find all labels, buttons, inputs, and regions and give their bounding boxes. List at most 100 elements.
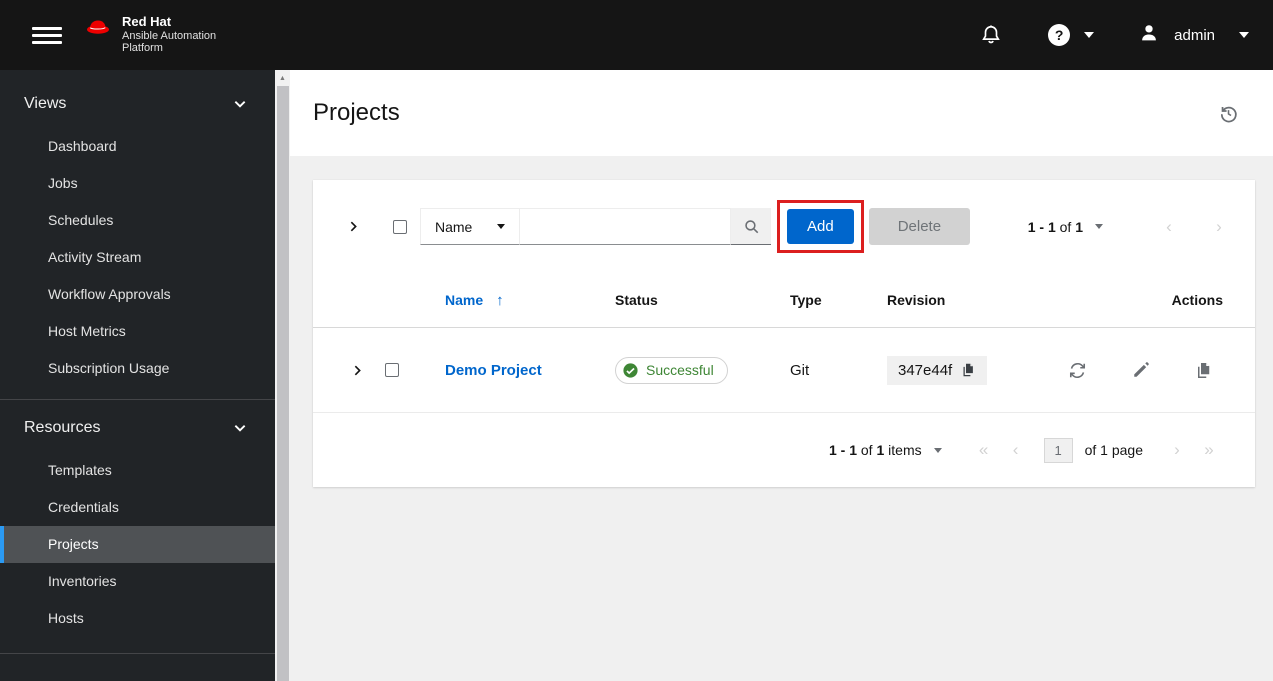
table-header-row: Name ↑ Status Type Revision Actions (313, 273, 1255, 328)
sidebar-item-activity-stream[interactable]: Activity Stream (0, 239, 275, 276)
items-of: of (860, 442, 873, 458)
sidebar-item-workflow-approvals[interactable]: Workflow Approvals (0, 276, 275, 313)
help-menu[interactable]: ? (1048, 24, 1095, 46)
chevron-down-icon (1239, 32, 1249, 38)
pagination-nav-top: ‹ › (1131, 217, 1231, 237)
sidebar-item-subscription-usage[interactable]: Subscription Usage (0, 350, 275, 387)
nav-group-resources[interactable]: Resources (0, 404, 275, 452)
scrollbar-thumb[interactable] (277, 86, 289, 681)
row-checkbox-cell (385, 363, 425, 377)
brand-text: Red Hat Ansible Automation Platform (122, 13, 217, 55)
chevron-down-icon (1084, 32, 1095, 38)
search-icon (744, 219, 758, 233)
nav-group-views[interactable]: Views (0, 80, 275, 128)
pagination-nav-bottom: « ‹ 1 of 1 page › » (972, 437, 1221, 463)
brand-logo: Red Hat Ansible Automation Platform (84, 13, 217, 55)
projects-list-card: Name Add Delete 1 - 1 of 1 ‹ › Name ↑ St… (313, 180, 1255, 487)
revision-value: 347e44f (898, 361, 953, 379)
redhat-fedora-icon (84, 17, 114, 42)
column-header-name-label: Name (445, 292, 484, 308)
sidebar-item-credentials[interactable]: Credentials (0, 489, 275, 526)
sync-project-icon[interactable] (1068, 361, 1087, 380)
user-menu[interactable]: admin (1138, 22, 1249, 49)
pagination-summary-dropdown[interactable]: 1 - 1 of 1 (1028, 219, 1103, 235)
notifications-bell-icon[interactable] (980, 24, 1002, 46)
items-total: 1 (876, 442, 885, 458)
main-area: Projects Name Add Delete 1 - 1 of 1 ‹ › … (290, 70, 1273, 681)
nav-toggle-icon[interactable] (32, 23, 62, 48)
page-title: Projects (313, 99, 400, 126)
history-icon[interactable] (1218, 103, 1239, 124)
prev-page-icon: ‹ (1166, 216, 1172, 236)
brand-line1: Red Hat (122, 13, 172, 29)
column-header-revision: Revision (887, 292, 946, 308)
sidebar-scrollbar[interactable]: ▲ (275, 70, 290, 681)
search-button[interactable] (731, 208, 771, 245)
status-badge[interactable]: Successful (615, 356, 728, 384)
column-header-name[interactable]: Name ↑ (425, 292, 615, 309)
sidebar-nav: Views Dashboard Jobs Schedules Activity … (0, 70, 275, 681)
page-count-label: of 1 page (1084, 442, 1143, 458)
search-input[interactable] (520, 208, 731, 245)
sidebar-item-schedules[interactable]: Schedules (0, 202, 275, 239)
nav-group-views-label: Views (24, 95, 67, 112)
current-page-input: 1 (1043, 437, 1073, 463)
scrollbar-up-arrow-icon[interactable]: ▲ (275, 70, 290, 86)
brand-line3: Platform (122, 42, 163, 55)
pagination-of: of (1059, 218, 1072, 235)
filter-key-label: Name (435, 218, 473, 235)
sidebar-item-projects[interactable]: Projects (0, 526, 275, 563)
chevron-down-icon (1095, 224, 1103, 229)
status-label: Successful (646, 362, 714, 378)
revision-chip: 347e44f (887, 355, 988, 385)
prev-page-icon: ‹ (1012, 440, 1019, 459)
pagination-total: 1 (1075, 218, 1083, 235)
nav-divider (0, 653, 275, 654)
next-page-icon: › (1216, 216, 1222, 236)
items-per-page-dropdown[interactable]: 1 - 1 of 1 items (829, 442, 942, 458)
pagination-summary: 1 - 1 of 1 (1028, 219, 1083, 235)
row-checkbox[interactable] (385, 363, 399, 377)
content: Name Add Delete 1 - 1 of 1 ‹ › Name ↑ St… (290, 156, 1273, 487)
project-name-cell: Demo Project (425, 362, 615, 379)
next-page-icon: › (1174, 440, 1180, 459)
chevron-down-icon (234, 425, 246, 432)
sidebar-item-jobs[interactable]: Jobs (0, 165, 275, 202)
sidebar-item-templates[interactable]: Templates (0, 452, 275, 489)
type-cell: Git (790, 361, 810, 379)
username-label: admin (1174, 26, 1215, 44)
sidebar-item-host-metrics[interactable]: Host Metrics (0, 313, 275, 350)
chevron-down-icon (497, 224, 505, 229)
select-all-checkbox[interactable] (393, 219, 407, 234)
sidebar-item-inventories[interactable]: Inventories (0, 563, 275, 600)
table-footer: 1 - 1 of 1 items « ‹ 1 of 1 page › » (313, 413, 1255, 487)
revision-cell: 347e44f (887, 355, 1037, 385)
pagination-range: 1 - 1 (1027, 218, 1056, 235)
first-page-icon: « (978, 440, 989, 459)
table-row: Demo Project Successful Git 347e44f (313, 328, 1255, 413)
nav-group-resources-label: Resources (24, 419, 101, 436)
expand-all-chevron-icon[interactable] (329, 220, 377, 233)
last-page-icon: » (1204, 440, 1214, 459)
copy-revision-icon[interactable] (961, 362, 976, 378)
list-toolbar: Name Add Delete 1 - 1 of 1 ‹ › (313, 180, 1255, 273)
chevron-down-icon (234, 101, 246, 108)
edit-project-pencil-icon[interactable] (1132, 361, 1150, 379)
copy-project-icon[interactable] (1195, 361, 1213, 380)
annotation-highlight-box: Add (777, 200, 864, 253)
project-name-link[interactable]: Demo Project (445, 362, 542, 379)
sidebar-item-dashboard[interactable]: Dashboard (0, 128, 275, 165)
items-word: items (888, 442, 922, 458)
row-expand-chevron-icon[interactable] (329, 364, 385, 377)
items-range: 1 - 1 (828, 442, 857, 458)
add-button[interactable]: Add (787, 209, 854, 244)
sidebar-item-hosts[interactable]: Hosts (0, 600, 275, 637)
row-actions-cell (1037, 361, 1255, 380)
brand-line2: Ansible Automation (122, 29, 217, 42)
column-header-status: Status (615, 292, 658, 308)
question-circle-icon: ? (1048, 24, 1071, 46)
column-header-actions: Actions (1171, 292, 1223, 308)
masthead-actions: ? admin (980, 22, 1249, 49)
filter-key-select[interactable]: Name (420, 208, 520, 245)
page-header: Projects (290, 70, 1273, 156)
